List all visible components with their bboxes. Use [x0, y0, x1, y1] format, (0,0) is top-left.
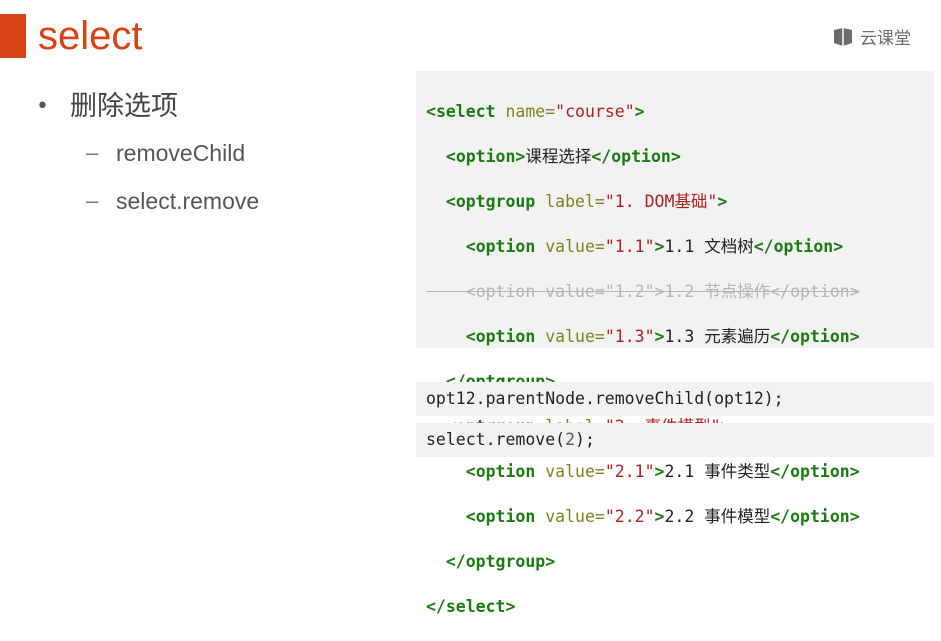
code-line: </select>	[426, 596, 516, 616]
code-line: <option value="1.3">1.3 元素遍历</option>	[465, 326, 860, 346]
sub-bullet-item: – select.remove	[86, 186, 259, 216]
code-token: option	[611, 146, 671, 166]
code-token: "1.1"	[604, 236, 655, 256]
title-accent-bar	[0, 14, 26, 58]
sub-bullet-item: – removeChild	[86, 138, 259, 168]
code-token: option	[455, 146, 516, 166]
slide-title: select	[38, 14, 143, 58]
snippet-text: opt12.parentNode.removeChild(opt12);	[426, 389, 784, 408]
bullet-dot: •	[36, 94, 49, 119]
code-token: value	[545, 326, 595, 346]
logo-text: 云课堂	[860, 29, 911, 49]
brand-logo: 云课堂	[832, 24, 911, 49]
code-token: 课程选择	[525, 146, 592, 166]
code-line: </optgroup>	[445, 551, 556, 571]
code-token: option	[773, 236, 834, 256]
code-token: "2.2"	[604, 506, 655, 526]
html-code-block: <select name="course"> <option>课程选择</opt…	[426, 78, 860, 641]
code-token: "1. DOM基础"	[604, 191, 718, 211]
code-token: option	[475, 326, 536, 346]
code-line: <option>课程选择</option>	[445, 146, 681, 166]
code-token: option	[475, 281, 536, 301]
code-token: "course"	[555, 101, 635, 121]
code-token: option	[790, 326, 850, 346]
code-token: select	[445, 596, 506, 616]
sub-bullet-text: select.remove	[116, 188, 260, 214]
code-token: "1.3"	[604, 326, 655, 346]
code-token: option	[790, 461, 850, 481]
code-token: 1.1 文档树	[664, 236, 754, 256]
code-token: option	[790, 506, 850, 526]
sub-bullet-text: removeChild	[116, 140, 246, 166]
snippet-text: );	[575, 430, 595, 449]
code-token: option	[790, 281, 850, 301]
dash-marker: –	[86, 140, 99, 165]
code-line-struck: <option value="1.2">1.2 节点操作</option>	[465, 281, 860, 301]
code-token: value	[545, 281, 595, 301]
code-line: <option value="2.2">2.2 事件模型</option>	[465, 506, 860, 526]
code-token: 2.1 事件类型	[664, 461, 771, 481]
code-token: select	[435, 101, 496, 121]
cloud-classroom-logo-icon	[834, 27, 852, 46]
select-remove-snippet: select.remove(2);	[416, 423, 934, 457]
code-token: "1.2"	[604, 281, 655, 301]
code-token: option	[475, 461, 536, 481]
code-token: optgroup	[455, 191, 536, 211]
code-line: <optgroup label="1. DOM基础">	[445, 191, 728, 211]
bullet-text: 删除选项	[70, 91, 178, 122]
code-token: value	[545, 461, 595, 481]
snippet-arg: 2	[565, 430, 576, 449]
snippet-text: select.remove(	[426, 430, 566, 449]
code-line: <option value="1.1">1.1 文档树</option>	[465, 236, 844, 256]
code-token: 1.3 元素遍历	[664, 326, 771, 346]
code-token: "2.1"	[604, 461, 655, 481]
code-token: value	[545, 506, 595, 526]
code-line: <select name="course">	[426, 101, 645, 121]
dash-marker: –	[86, 188, 99, 213]
bullet-list: • 删除选项 – removeChild – select.remove	[36, 86, 259, 234]
code-token: value	[545, 236, 595, 256]
code-token: label	[545, 191, 595, 211]
code-token: optgroup	[465, 551, 546, 571]
code-token: option	[475, 236, 536, 256]
code-token: 1.2 节点操作	[664, 281, 771, 301]
remove-child-snippet: opt12.parentNode.removeChild(opt12);	[416, 382, 934, 416]
code-token: option	[475, 506, 536, 526]
sub-bullet-list: – removeChild – select.remove	[86, 138, 259, 216]
code-token: 2.2 事件模型	[664, 506, 771, 526]
bullet-item: • 删除选项	[36, 86, 259, 128]
code-token: name	[505, 101, 546, 121]
